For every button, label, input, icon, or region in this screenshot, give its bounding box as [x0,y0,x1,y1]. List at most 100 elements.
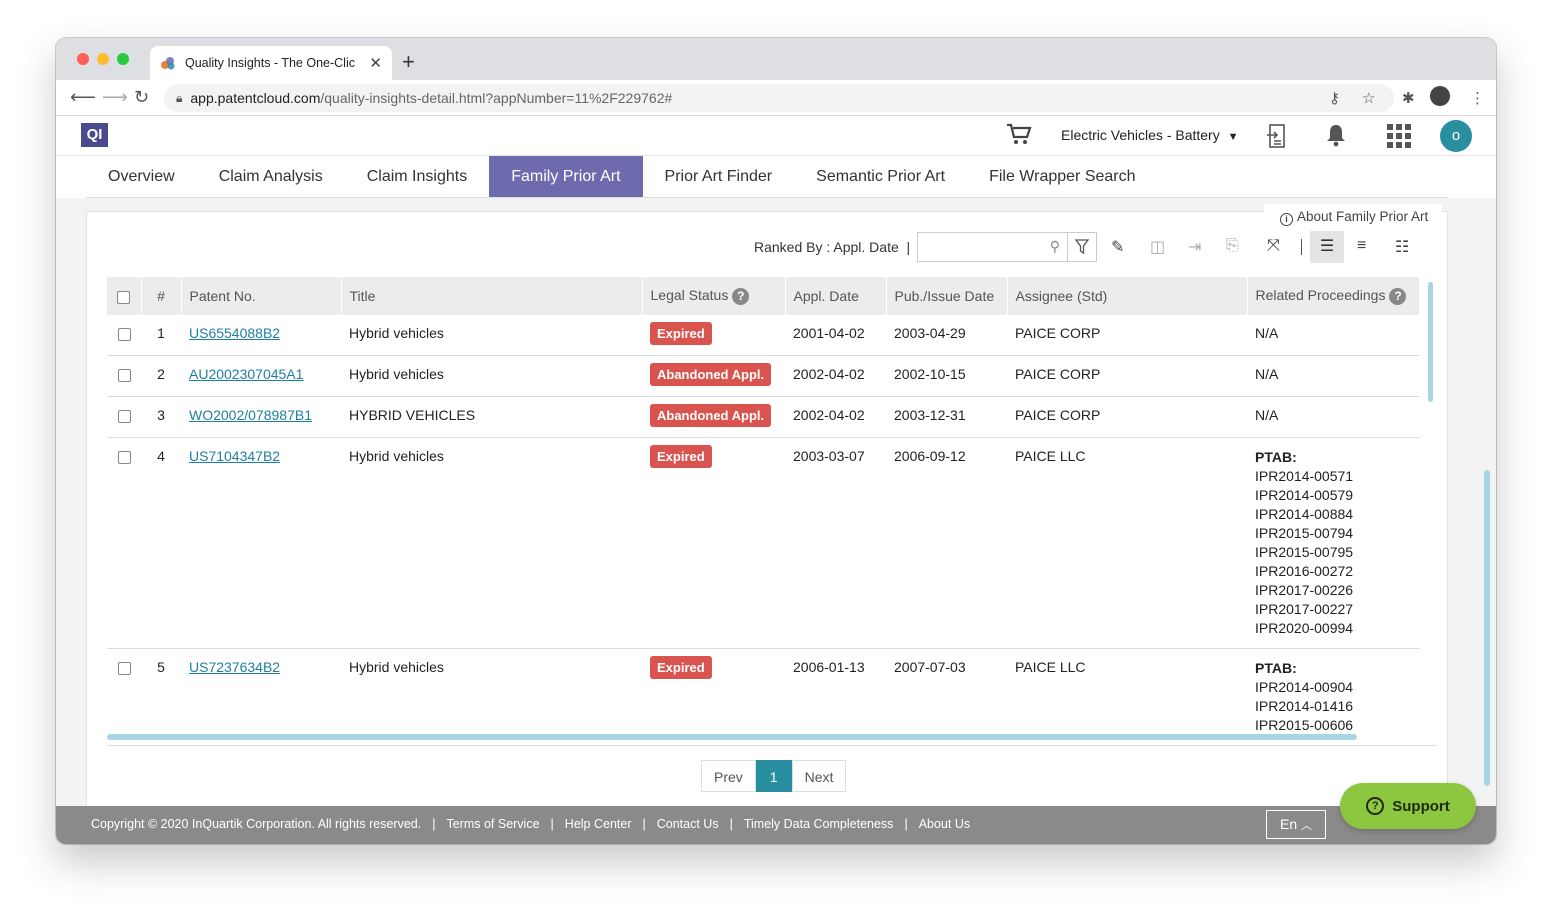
column-header-assignee[interactable]: Assignee (Std) [1007,277,1248,315]
tab-prior-art-finder[interactable]: Prior Art Finder [643,156,795,197]
detail-view-icon[interactable]: ☷ [1395,237,1409,257]
tab-claim-analysis[interactable]: Claim Analysis [197,156,345,197]
reload-icon[interactable]: ↻ [134,87,149,108]
proceeding-item[interactable]: IPR2017-00227 [1255,600,1411,619]
footer-link-contact-us[interactable]: Contact Us [657,817,719,831]
app-header: QI Electric Vehicles - Battery ▼ o [56,116,1496,156]
compact-view-icon[interactable]: ≡ [1357,237,1366,255]
compare-icon[interactable]: ◫ [1150,237,1165,257]
select-all-checkbox[interactable] [117,290,131,304]
patent-number-link[interactable]: AU2002307045A1 [189,366,303,382]
browser-toolbar: ⟵ ⟶ ↻ 🔒︎ app.patentcloud.com/quality-ins… [56,80,1496,116]
footer-link-about-us[interactable]: About Us [919,817,970,831]
bookmark-star-icon[interactable]: ☆ [1362,89,1375,107]
legal-status-cell: Abandoned Appl. [642,396,785,438]
language-selector[interactable]: En ︿ [1266,810,1326,839]
related-proceedings-cell: PTAB: IPR2014-00904 IPR2014-01416 IPR201… [1247,648,1419,737]
patent-number-link[interactable]: WO2002/078987B1 [189,407,312,423]
cart-icon[interactable] [1006,122,1032,149]
column-header-related-proceedings[interactable]: Related Proceedings? [1247,277,1419,315]
column-header-title[interactable]: Title [341,277,643,315]
extensions-puzzle-icon[interactable]: ✱ [1402,89,1415,107]
column-header-appl-date[interactable]: Appl. Date [785,277,887,315]
footer-link-help-center[interactable]: Help Center [565,817,632,831]
chevron-up-icon: ︿ [1301,820,1312,832]
forward-arrow-icon[interactable]: ⟶ [102,87,128,108]
tab-semantic-prior-art[interactable]: Semantic Prior Art [794,156,967,197]
zoom-window-button[interactable] [117,53,129,65]
project-selector[interactable]: Electric Vehicles - Battery ▼ [1061,127,1239,143]
row-checkbox[interactable] [117,661,131,675]
proceeding-item[interactable]: IPR2014-01416 [1255,697,1411,716]
support-button[interactable]: ? Support [1340,783,1476,829]
footer-link-timely-data[interactable]: Timely Data Completeness [744,817,894,831]
proceeding-item[interactable]: IPR2020-00994 [1255,619,1411,638]
current-page-button[interactable]: 1 [755,760,792,792]
proceeding-item[interactable]: IPR2014-00579 [1255,486,1411,505]
export-icon[interactable]: ⇥ [1188,237,1201,257]
row-checkbox[interactable] [117,327,131,341]
proceeding-item[interactable]: IPR2014-00571 [1255,467,1411,486]
next-page-button[interactable]: Next [791,760,847,792]
footer-link-terms[interactable]: Terms of Service [446,817,539,831]
column-header-pub-date[interactable]: Pub./Issue Date [886,277,1008,315]
browser-menu-icon[interactable]: ⋮ [1470,89,1485,107]
highlight-pen-icon[interactable]: ✎ [1111,237,1124,257]
tab-file-wrapper-search[interactable]: File Wrapper Search [967,156,1157,197]
share-icon[interactable]: ⎘ [1226,237,1239,255]
table-vertical-scrollbar[interactable] [1428,282,1433,402]
key-icon[interactable]: ⚷ [1329,89,1340,107]
appl-date-cell: 2001-04-02 [785,315,886,356]
patent-number-link[interactable]: US7104347B2 [189,448,280,464]
appl-date-cell: 2002-04-02 [785,355,886,397]
list-view-button[interactable]: ☰ [1310,231,1344,263]
pagination: Prev 1 Next [701,760,847,792]
address-bar[interactable]: 🔒︎ app.patentcloud.com/quality-insights-… [164,84,1394,112]
help-icon[interactable]: ? [1389,288,1407,305]
filter-button[interactable] [1067,232,1097,262]
legal-status-cell: Expired [642,315,785,356]
proceeding-item[interactable]: IPR2015-00795 [1255,543,1411,562]
new-tab-icon[interactable]: + [402,49,415,75]
patent-number-link[interactable]: US6554088B2 [189,325,280,341]
proceeding-item[interactable]: IPR2015-00794 [1255,524,1411,543]
column-header-patent-no[interactable]: Patent No. [181,277,342,315]
patent-number-link[interactable]: US7237634B2 [189,659,280,675]
patent-number-cell: US7104347B2 [181,437,341,649]
proceeding-item[interactable]: IPR2015-00606 [1255,716,1411,735]
user-avatar[interactable]: o [1440,120,1472,152]
profile-avatar-icon[interactable] [1430,86,1450,106]
notification-bell-icon[interactable] [1325,123,1347,150]
proceeding-item[interactable]: IPR2016-00272 [1255,562,1411,581]
row-select-cell [107,648,141,737]
close-window-button[interactable] [77,53,89,65]
proceeding-item[interactable]: IPR2014-00904 [1255,678,1411,697]
about-family-prior-art-link[interactable]: i About Family Prior Art [1264,204,1443,231]
results-table-wrapper: # Patent No. Title Legal Status? Appl. D… [107,277,1419,737]
export-document-icon[interactable] [1266,123,1288,152]
support-label: Support [1392,797,1450,815]
browser-tab[interactable]: Quality Insights - The One-Clic ✕ [150,46,392,80]
status-badge: Expired [650,445,712,468]
back-arrow-icon[interactable]: ⟵ [70,87,96,108]
apps-grid-icon[interactable] [1387,124,1411,151]
feature-tabs: Overview Claim Analysis Claim Insights F… [86,156,1448,198]
fullscreen-icon[interactable]: ⤧ [1267,237,1280,255]
row-checkbox[interactable] [117,450,131,464]
table-horizontal-scrollbar[interactable] [107,734,1357,740]
minimize-window-button[interactable] [97,53,109,65]
prev-page-button[interactable]: Prev [701,760,756,792]
help-icon[interactable]: ? [732,288,750,305]
column-header-legal-status[interactable]: Legal Status? [642,277,786,315]
row-checkbox[interactable] [117,368,131,382]
row-number: 1 [141,315,181,356]
tab-claim-insights[interactable]: Claim Insights [345,156,489,197]
row-checkbox[interactable] [117,409,131,423]
qi-logo[interactable]: QI [81,123,108,147]
tab-family-prior-art[interactable]: Family Prior Art [489,156,643,197]
proceeding-item[interactable]: IPR2014-00884 [1255,505,1411,524]
proceeding-item[interactable]: IPR2017-00226 [1255,581,1411,600]
close-tab-icon[interactable]: ✕ [369,54,382,72]
tab-overview[interactable]: Overview [86,156,197,197]
page-vertical-scrollbar[interactable] [1484,470,1490,786]
